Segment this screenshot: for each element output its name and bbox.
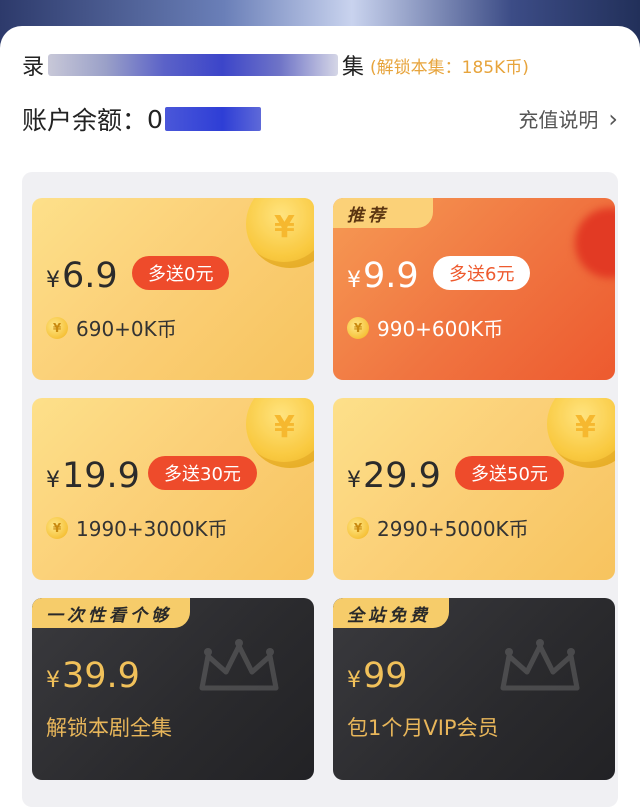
package-card-9-9[interactable]: 推荐 ¥ 9.9 多送6元 ¥ 990+600K币 bbox=[333, 198, 615, 380]
crown-icon bbox=[199, 639, 279, 691]
redacted-title-block bbox=[48, 54, 339, 76]
balance-label: 账户余额： bbox=[22, 106, 148, 135]
yen-symbol: ¥ bbox=[46, 268, 60, 293]
decoration-blob bbox=[575, 208, 615, 278]
package-card-29-9[interactable]: ¥ ¥ 29.9 多送50元 ¥ 2990+5000K币 bbox=[333, 398, 615, 580]
coin-amount-text: 690+0K币 bbox=[76, 317, 177, 341]
title-char-last: 集 bbox=[342, 55, 365, 80]
coin-decoration-icon: ¥ bbox=[547, 398, 615, 468]
yen-symbol: ¥ bbox=[347, 468, 361, 493]
package-description: 解锁本剧全集 bbox=[46, 716, 172, 740]
recharge-info-label: 充值说明 bbox=[518, 108, 599, 132]
coin-icon: ¥ bbox=[46, 316, 68, 339]
price-value: 29.9 bbox=[363, 456, 441, 496]
title-char-first: 录 bbox=[22, 55, 45, 80]
chevron-right-icon: › bbox=[608, 104, 618, 133]
coin-amount-text: 990+600K币 bbox=[377, 317, 504, 341]
price-value: 9.9 bbox=[363, 256, 419, 296]
package-price: ¥ 9.9 bbox=[347, 256, 419, 296]
coin-decoration-icon: ¥ bbox=[246, 398, 314, 468]
price-value: 19.9 bbox=[62, 456, 140, 496]
coin-amount: ¥ 690+0K币 bbox=[46, 313, 177, 342]
coin-decoration-icon: ¥ bbox=[246, 198, 314, 268]
price-value: 6.9 bbox=[62, 256, 118, 296]
yen-symbol: ¥ bbox=[46, 468, 60, 493]
yen-symbol: ¥ bbox=[347, 668, 361, 693]
package-ribbon: 一次性看个够 bbox=[32, 598, 190, 628]
bonus-badge: 多送50元 bbox=[455, 456, 564, 490]
price-value: 99 bbox=[363, 656, 408, 696]
bonus-badge: 多送6元 bbox=[433, 256, 531, 290]
yen-symbol: ¥ bbox=[46, 668, 60, 693]
coin-icon: ¥ bbox=[347, 316, 369, 339]
episode-title: 录 集 (解锁本集：185K币) bbox=[22, 50, 529, 80]
package-ribbon: 全站免费 bbox=[333, 598, 449, 628]
coin-amount-text: 1990+3000K币 bbox=[76, 517, 228, 541]
redacted-balance-block bbox=[164, 107, 261, 131]
recommended-ribbon: 推荐 bbox=[333, 198, 433, 228]
balance-value: 0 bbox=[147, 104, 163, 134]
coin-amount-text: 2990+5000K币 bbox=[377, 517, 529, 541]
coin-amount: ¥ 1990+3000K币 bbox=[46, 513, 228, 542]
package-price: ¥ 19.9 bbox=[46, 456, 140, 496]
coin-icon: ¥ bbox=[46, 516, 68, 539]
coin-amount: ¥ 2990+5000K币 bbox=[347, 513, 529, 542]
package-price: ¥ 6.9 bbox=[46, 256, 118, 296]
package-price: ¥ 99 bbox=[347, 656, 408, 696]
coin-amount: ¥ 990+600K币 bbox=[347, 313, 503, 342]
package-card-99[interactable]: 全站免费 ¥ 99 包1个月VIP会员 bbox=[333, 598, 615, 780]
price-value: 39.9 bbox=[62, 656, 140, 696]
bonus-badge: 多送30元 bbox=[148, 456, 257, 490]
account-balance: 账户余额： 0 bbox=[22, 102, 261, 136]
coin-icon: ¥ bbox=[347, 516, 369, 539]
package-card-6-9[interactable]: ¥ ¥ 6.9 多送0元 ¥ 690+0K币 bbox=[32, 198, 314, 380]
package-price: ¥ 39.9 bbox=[46, 656, 140, 696]
package-card-19-9[interactable]: ¥ ¥ 19.9 多送30元 ¥ 1990+3000K币 bbox=[32, 398, 314, 580]
package-card-39-9[interactable]: 一次性看个够 ¥ 39.9 解锁本剧全集 bbox=[32, 598, 314, 780]
package-price: ¥ 29.9 bbox=[347, 456, 441, 496]
recharge-info-link[interactable]: 充值说明 › bbox=[518, 104, 618, 133]
crown-icon bbox=[500, 639, 580, 691]
bonus-badge: 多送0元 bbox=[132, 256, 230, 290]
package-description: 包1个月VIP会员 bbox=[347, 716, 499, 740]
unlock-cost-note: (解锁本集：185K币) bbox=[370, 57, 529, 78]
yen-symbol: ¥ bbox=[347, 268, 361, 293]
